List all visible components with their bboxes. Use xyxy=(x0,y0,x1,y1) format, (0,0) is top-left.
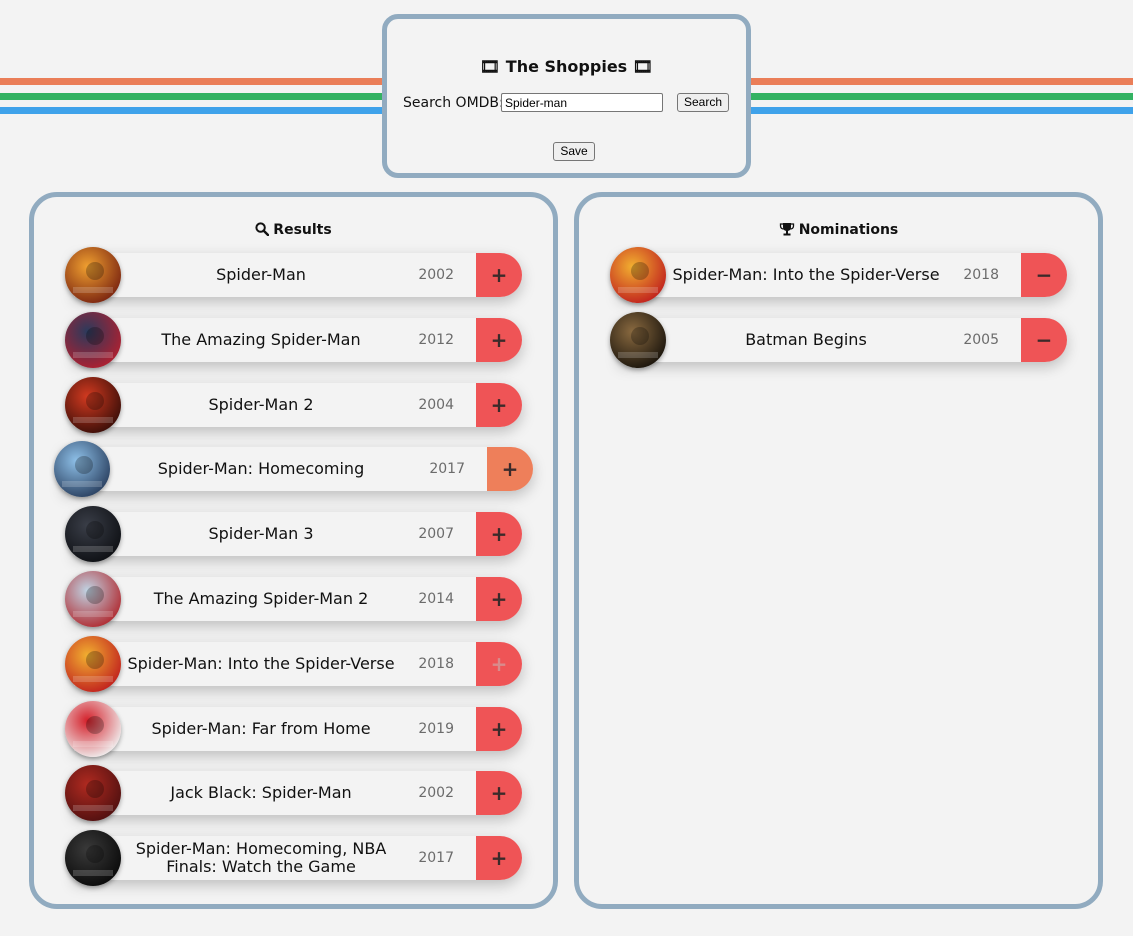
nominate-button[interactable]: + xyxy=(487,447,533,492)
trophy-icon xyxy=(779,223,794,236)
movie-title: The Amazing Spider-Man xyxy=(161,329,361,349)
search-icon xyxy=(255,222,270,237)
nominate-button[interactable]: + xyxy=(476,771,522,816)
movie-title: Spider-Man 3 xyxy=(208,524,314,544)
movie-title: Spider-Man: Homecoming, NBA Finals: Watc… xyxy=(135,839,387,877)
nominate-button[interactable]: + xyxy=(476,706,522,751)
movie-title: Spider-Man xyxy=(216,265,306,284)
movie-year: 2012 xyxy=(418,331,454,348)
results-panel: Results Spider-Man 2002 + The Amazing Spide… xyxy=(29,192,558,909)
movie-year: 2018 xyxy=(963,267,999,283)
movie-title: Spider-Man 2 xyxy=(208,394,314,414)
nominate-button[interactable]: + xyxy=(476,382,522,427)
movie-poster xyxy=(65,571,121,627)
remove-nomination-button[interactable]: − xyxy=(1021,318,1067,362)
header-box: 🎞 The Shoppies 🎞 Search OMDB: Search Sav… xyxy=(382,14,751,178)
search-label: Search OMDB: xyxy=(403,95,504,111)
results-heading: Results xyxy=(34,221,553,239)
results-title: Results xyxy=(273,222,332,238)
movie-year: 2018 xyxy=(418,655,454,672)
movie-poster xyxy=(65,765,121,822)
movie-poster xyxy=(65,830,121,887)
movie-poster xyxy=(610,312,666,368)
nominate-button[interactable]: + xyxy=(476,512,522,557)
result-item: Spider-Man 2 2004 + xyxy=(65,376,522,433)
nominations-panel: Nominations Spider-Man: Into the Spider-… xyxy=(574,192,1103,909)
movie-poster xyxy=(65,506,121,563)
movie-year: 2002 xyxy=(418,267,454,283)
movie-title: Spider-Man: Homecoming xyxy=(157,459,365,479)
nominations-heading: Nominations xyxy=(579,221,1098,239)
movie-poster xyxy=(54,441,110,498)
movie-title: Spider-Man: Into the Spider-Verse xyxy=(672,265,940,284)
movie-poster xyxy=(65,247,121,303)
result-item: Spider-Man: Into the Spider-Verse 2018 + xyxy=(65,635,522,692)
movie-title: Spider-Man: Into the Spider-Verse xyxy=(127,653,395,673)
nominate-button[interactable]: + xyxy=(476,641,522,686)
result-item: The Amazing Spider-Man 2012 + xyxy=(65,311,522,368)
result-item: Spider-Man: Homecoming, NBA Finals: Watc… xyxy=(65,830,522,887)
result-item: The Amazing Spider-Man 2 2014 + xyxy=(65,571,522,627)
movie-year: 2002 xyxy=(418,785,454,802)
movie-title: Jack Black: Spider-Man xyxy=(170,783,352,803)
movie-poster xyxy=(610,247,666,303)
movie-title: Spider-Man: Far from Home xyxy=(151,718,371,738)
result-item: Spider-Man: Homecoming 2017 + xyxy=(54,441,533,498)
search-button[interactable]: Search xyxy=(677,93,729,112)
nominate-button[interactable]: + xyxy=(476,317,522,362)
result-item: Spider-Man: Far from Home 2019 + xyxy=(65,700,522,757)
nomination-item: Spider-Man: Into the Spider-Verse 2018 − xyxy=(610,247,1067,303)
movie-year: 2019 xyxy=(418,720,454,737)
nominate-button[interactable]: + xyxy=(476,253,522,297)
save-button[interactable]: Save xyxy=(553,142,595,161)
movie-year: 2014 xyxy=(418,591,454,607)
app-title: 🎞 The Shoppies 🎞 xyxy=(479,57,654,76)
result-item: Spider-Man 2002 + xyxy=(65,247,522,303)
nominations-title: Nominations xyxy=(798,222,899,238)
movie-year: 2017 xyxy=(429,461,465,478)
movie-poster xyxy=(65,635,121,692)
search-input[interactable] xyxy=(501,93,663,112)
movie-title: Batman Begins xyxy=(745,330,867,349)
movie-year: 2004 xyxy=(418,396,454,413)
movie-poster xyxy=(65,311,121,368)
result-item: Spider-Man 3 2007 + xyxy=(65,506,522,563)
movie-poster xyxy=(65,376,121,433)
result-item: Jack Black: Spider-Man 2002 + xyxy=(65,765,522,822)
nominate-button[interactable]: + xyxy=(476,836,522,881)
movie-year: 2017 xyxy=(418,850,454,867)
nominate-button[interactable]: + xyxy=(476,577,522,621)
movie-title: The Amazing Spider-Man 2 xyxy=(153,589,369,608)
movie-poster xyxy=(65,700,121,757)
nomination-item: Batman Begins 2005 − xyxy=(610,312,1067,368)
movie-year: 2007 xyxy=(418,526,454,543)
movie-year: 2005 xyxy=(963,332,999,348)
remove-nomination-button[interactable]: − xyxy=(1021,253,1067,297)
